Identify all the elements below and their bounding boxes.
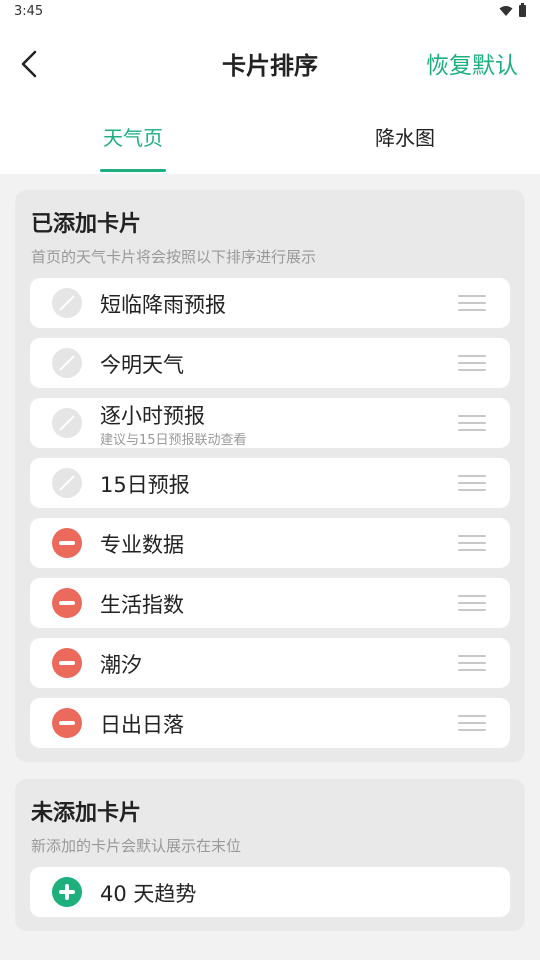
disabled-remove-icon xyxy=(52,288,82,318)
drag-handle-icon[interactable] xyxy=(458,355,486,371)
remove-icon[interactable] xyxy=(52,588,82,618)
card-row[interactable]: 今明天气 xyxy=(30,338,510,388)
disabled-remove-icon xyxy=(52,348,82,378)
reset-default-button[interactable]: 恢复默认 xyxy=(426,46,518,80)
card-row[interactable]: 逐小时预报 建议与15日预报联动查看 xyxy=(30,398,510,448)
battery-icon xyxy=(519,3,526,17)
card-row[interactable]: 40 天趋势 xyxy=(30,867,510,917)
card-label: 逐小时预报 xyxy=(100,404,205,428)
drag-handle-icon[interactable] xyxy=(458,655,486,671)
section-title: 已添加卡片 xyxy=(31,212,142,237)
drag-handle-icon[interactable] xyxy=(458,415,486,431)
card-row[interactable]: 潮汐 xyxy=(30,638,510,688)
tab-label: 天气页 xyxy=(103,126,163,150)
drag-handle-icon[interactable] xyxy=(458,535,486,551)
card-label: 15日预报 xyxy=(100,473,190,497)
remove-icon[interactable] xyxy=(52,708,82,738)
card-row[interactable]: 生活指数 xyxy=(30,578,510,628)
added-cards-section: 已添加卡片 首页的天气卡片将会按照以下排序进行展示 短临降雨预报 今明天气 逐小… xyxy=(15,190,525,762)
card-subtitle: 建议与15日预报联动查看 xyxy=(100,433,247,448)
remove-icon[interactable] xyxy=(52,528,82,558)
card-row[interactable]: 15日预报 xyxy=(30,458,510,508)
card-label: 短临降雨预报 xyxy=(100,293,226,317)
card-row[interactable]: 短临降雨预报 xyxy=(30,278,510,328)
not-added-cards-section: 未添加卡片 新添加的卡片会默认展示在末位 40 天趋势 xyxy=(15,779,525,931)
card-label: 今明天气 xyxy=(100,353,184,377)
card-label: 40 天趋势 xyxy=(100,882,197,906)
add-icon[interactable] xyxy=(52,877,82,907)
active-tab-indicator xyxy=(100,169,166,172)
section-title: 未添加卡片 xyxy=(31,801,142,826)
status-time: 3:45 xyxy=(14,4,44,19)
section-description: 新添加的卡片会默认展示在末位 xyxy=(31,837,242,855)
tab-bar: 天气页 降水图 xyxy=(0,122,540,174)
card-label: 潮汐 xyxy=(100,653,142,677)
disabled-remove-icon xyxy=(52,408,82,438)
tab-precipitation-map[interactable]: 降水图 xyxy=(368,122,442,174)
drag-handle-icon[interactable] xyxy=(458,595,486,611)
drag-handle-icon[interactable] xyxy=(458,295,486,311)
card-row[interactable]: 日出日落 xyxy=(30,698,510,748)
header: 卡片排序 恢复默认 天气页 降水图 xyxy=(0,24,540,174)
card-label: 专业数据 xyxy=(100,533,184,557)
status-bar: 3:45 xyxy=(0,0,540,24)
remove-icon[interactable] xyxy=(52,648,82,678)
disabled-remove-icon xyxy=(52,468,82,498)
status-icons xyxy=(499,3,526,17)
section-description: 首页的天气卡片将会按照以下排序进行展示 xyxy=(31,248,317,266)
card-row[interactable]: 专业数据 xyxy=(30,518,510,568)
card-label: 生活指数 xyxy=(100,593,184,617)
card-label: 日出日落 xyxy=(100,713,184,737)
tab-weather-page[interactable]: 天气页 xyxy=(100,122,166,174)
drag-handle-icon[interactable] xyxy=(458,475,486,491)
tab-label: 降水图 xyxy=(375,126,435,150)
drag-handle-icon[interactable] xyxy=(458,715,486,731)
wifi-icon xyxy=(499,6,513,16)
